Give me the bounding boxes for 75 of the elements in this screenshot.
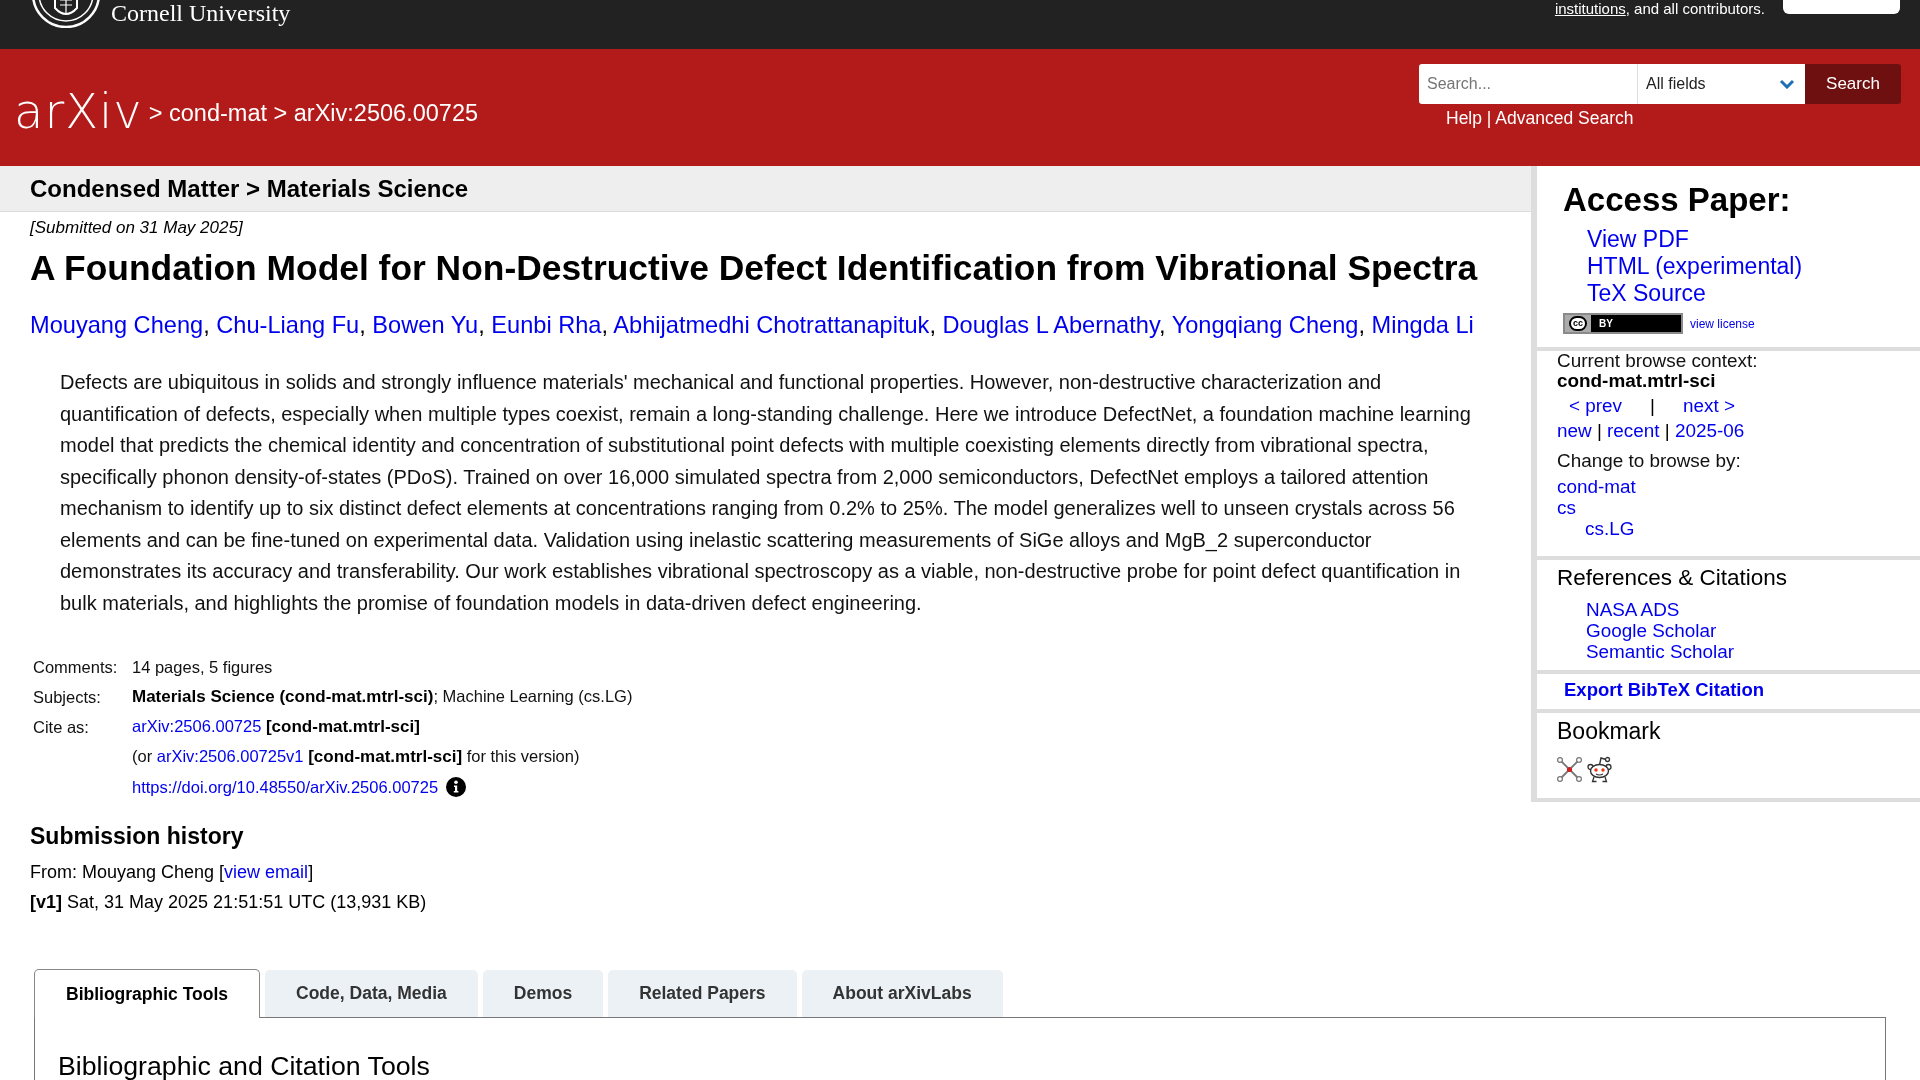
browse-link[interactable]: cs bbox=[1557, 497, 1576, 518]
license-link[interactable]: view license bbox=[1690, 316, 1755, 331]
export-bibtex-link[interactable]: Export BibTeX Citation bbox=[1564, 679, 1765, 701]
submitter-line: From: Mouyang Cheng [view email] bbox=[30, 861, 315, 884]
tab[interactable]: Related Papers bbox=[608, 970, 797, 1017]
field-value: 14 pages, 5 figures bbox=[132, 656, 273, 678]
browse-link[interactable]: cond-mat bbox=[1557, 476, 1636, 497]
section-heading: Bookmark bbox=[1557, 718, 1662, 744]
field-value: Materials Science (cond-mat.mtrl-sci); Machine Learning (cs.LG) bbox=[132, 686, 633, 709]
search-help-links: Help | Advanced Search bbox=[1446, 108, 1634, 128]
university-name: Cornell University bbox=[111, 0, 291, 26]
browse-change-label: Change to browse by: bbox=[1557, 451, 1742, 471]
access-link[interactable]: TeX Source bbox=[1587, 280, 1706, 307]
reference-link[interactable]: Semantic Scholar bbox=[1586, 641, 1735, 662]
access-link[interactable]: HTML (experimental) bbox=[1587, 253, 1803, 280]
email-link[interactable]: view email bbox=[224, 862, 309, 882]
paper-title: A Foundation Model for Non-Destructive Defect Identification from Vibrational Spectra bbox=[30, 248, 1479, 288]
tab[interactable]: Demos bbox=[482, 970, 604, 1017]
listing-link[interactable]: recent bbox=[1607, 420, 1660, 441]
citation-id: arXiv:2506.00725 [cond-mat.mtrl-sci] bbox=[132, 716, 420, 739]
search-help-link[interactable]: Help bbox=[1446, 108, 1482, 128]
browse-link[interactable]: cs.LG bbox=[1557, 518, 1635, 539]
version-link[interactable]: arXiv:2506.00725v1 bbox=[156, 747, 304, 766]
category-heading: Condensed Matter > Materials Science bbox=[0, 166, 1531, 212]
info-icon[interactable] bbox=[446, 777, 467, 797]
field-label: Cite as: bbox=[33, 716, 89, 738]
version-note: (or arXiv:2506.00725v1 [cond-mat.mtrl-sci] for this version) bbox=[132, 746, 580, 769]
field-label: Comments: bbox=[33, 656, 118, 678]
pipe-separator: | bbox=[1650, 396, 1655, 416]
author-link[interactable]: Mingda Li bbox=[1371, 312, 1474, 338]
institutions-link[interactable]: institutions bbox=[1554, 0, 1626, 17]
browse-context-label: Current browse context: bbox=[1557, 351, 1759, 371]
breadcrumb-link[interactable]: cond-mat bbox=[169, 99, 267, 126]
search-field[interactable]: Search... bbox=[1419, 64, 1637, 104]
author-link[interactable]: Mouyang Cheng bbox=[30, 312, 204, 338]
author-link[interactable]: Eunbi Rha bbox=[491, 312, 602, 338]
site-logo[interactable]: arXiv bbox=[14, 83, 143, 138]
panel-heading: Bibliographic and Citation Tools bbox=[58, 1052, 431, 1080]
breadcrumb: > cond-mat > arXiv:2506.00725 bbox=[148, 98, 479, 127]
tab[interactable]: Bibliographic Tools bbox=[34, 969, 261, 1018]
listing-link[interactable]: new bbox=[1557, 420, 1592, 441]
section-heading: References & Citations bbox=[1557, 565, 1789, 591]
author-link[interactable]: Yongqiang Cheng bbox=[1171, 312, 1359, 338]
license-badge[interactable]: cc BY bbox=[1563, 313, 1683, 334]
section-heading: Submission history bbox=[30, 822, 245, 850]
browse-category: cond-mat.mtrl-sci bbox=[1557, 371, 1717, 391]
abstract-text: Defects are ubiquitous in solids and strongly influence materials' mechanical and functional properties. However, non-destructive characterization and quantification of defects, especially when multiple types coexist, remain a long-standing challenge. Here we introduce DefectNet, a foundation machine learning model that predicts the chemical identity and concentration of substitutional point defects with multiple coexisting elements directly from vibrational spectra, specifically phonon density-of-states (PDoS). Trained on over 16,000 simulated spectra from 2,000 semiconductors, DefectNet employs a tailored attention mechanism to identify up to six distinct defect elements at concentrations ranging from 0.2% to 25%. The model generalizes well to unseen crystals across 56 elements and can be fine-tuned on experimental data. Validation using inelastic scattering measurements of SiGe alloys and MgB_2 superconductor demonstrates its accuracy and transferability. Our work establishes vibrational spectroscopy as a viable, non-destructive probe for point defect quantification in bulk materials, and highlights the promise of foundation models in data-driven defect engineering. bbox=[60, 370, 1472, 616]
version-entry: [v1] Sat, 31 May 2025 21:51:51 UTC (13,931 KB) bbox=[30, 891, 428, 914]
alien-head-icon[interactable] bbox=[1586, 756, 1613, 783]
chevron-down-icon bbox=[1779, 79, 1795, 89]
author-link[interactable]: Chu-Liang Fu bbox=[216, 312, 360, 338]
author-list: Mouyang Cheng, Chu-Liang Fu, Bowen Yu, Eunbi Rha, Abhijatmedhi Chotrattanapituk, Douglas L Abernathy, Yongqiang Cheng, Mingda Li bbox=[30, 311, 1531, 339]
crossed-nodes-icon[interactable] bbox=[1557, 757, 1582, 782]
author-link[interactable]: Douglas L Abernathy bbox=[942, 312, 1159, 338]
listing-link[interactable]: 2025-06 bbox=[1675, 420, 1745, 441]
acknowledgment-text: institutions, and all contributors. bbox=[1554, 0, 1765, 18]
field-select[interactable]: All fields bbox=[1637, 64, 1805, 104]
listing-links: new | recent | 2025-06 bbox=[1557, 421, 1746, 441]
arxiv-id-link[interactable]: arXiv:2506.00725 bbox=[132, 717, 262, 736]
next-link[interactable]: next > bbox=[1682, 396, 1735, 416]
seal-icon bbox=[31, 0, 101, 28]
author-link[interactable]: Bowen Yu bbox=[372, 312, 479, 338]
section-heading: Access Paper: bbox=[1563, 181, 1792, 219]
reference-link[interactable]: Google Scholar bbox=[1586, 620, 1717, 641]
doi-link[interactable]: https://doi.org/10.48550/arXiv.2506.00725 bbox=[132, 774, 439, 800]
submission-date: [Submitted on 31 May 2025] bbox=[30, 219, 244, 237]
tab[interactable]: Code, Data, Media bbox=[265, 970, 478, 1017]
search-button[interactable]: Search bbox=[1805, 64, 1901, 104]
reference-link[interactable]: NASA ADS bbox=[1586, 599, 1680, 620]
field-label: Subjects: bbox=[33, 686, 101, 708]
author-link[interactable]: Abhijatmedhi Chotrattanapituk bbox=[613, 312, 930, 338]
access-link[interactable]: View PDF bbox=[1587, 226, 1689, 253]
search-help-link[interactable]: Advanced Search bbox=[1495, 108, 1634, 128]
tab[interactable]: About arXivLabs bbox=[801, 970, 1003, 1017]
prev-link[interactable]: < prev bbox=[1569, 396, 1623, 416]
